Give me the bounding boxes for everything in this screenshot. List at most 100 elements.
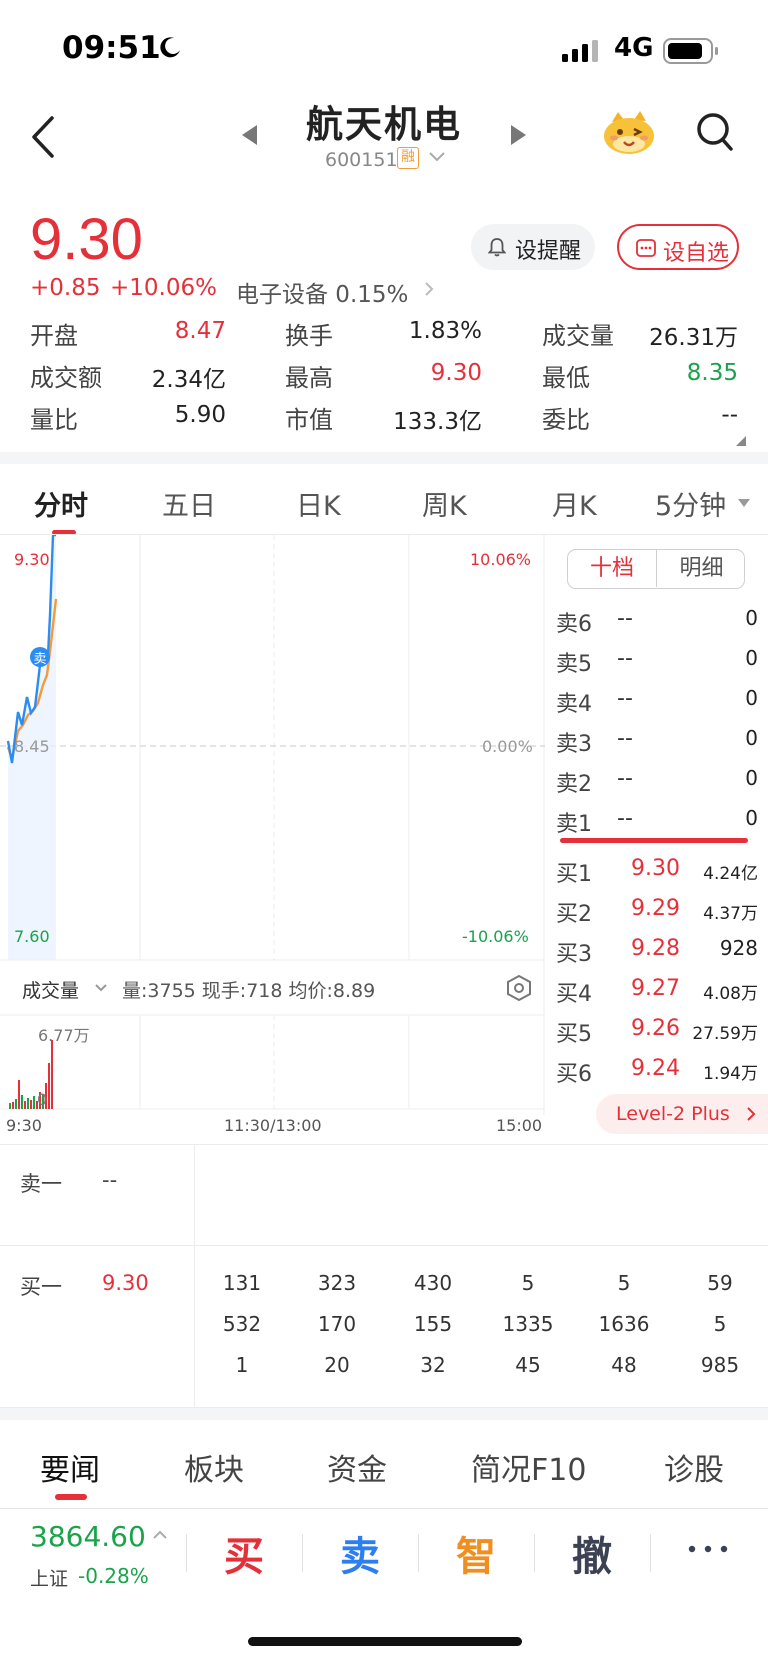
tab-sectors[interactable]: 板块: [184, 1445, 244, 1489]
tab-f10-overview[interactable]: 简况F10: [471, 1445, 586, 1489]
queue-order: 155: [413, 1312, 453, 1336]
pct-axis-mid: 0.00%: [482, 737, 533, 756]
panel-divider: [194, 1145, 195, 1407]
margin-trading-badge: 融: [397, 147, 419, 169]
current-price: 9.30: [30, 207, 143, 272]
index-value[interactable]: 3864.60: [30, 1520, 146, 1553]
bid-volume: 27.59万: [692, 1024, 758, 1044]
ask-volume: 0: [745, 646, 758, 670]
quote-label: 市值: [285, 406, 333, 434]
network-type: 4G: [614, 33, 654, 63]
sell1-price: --: [102, 1168, 118, 1192]
ask-price: --: [617, 606, 633, 631]
orderbook-toggle: 十档 明细: [567, 549, 745, 589]
tab-monthly-k[interactable]: 月K: [552, 484, 597, 523]
signal-icon: [562, 40, 598, 62]
expand-corner-icon[interactable]: [736, 436, 746, 446]
queue-order: 32: [420, 1353, 446, 1377]
more-icon[interactable]: [688, 1545, 728, 1553]
bid-level-label: 买4: [556, 982, 592, 1007]
bid-ask-divider: [560, 838, 748, 843]
watchlist-icon: [636, 239, 656, 257]
add-to-watchlist-label: 设自选: [663, 241, 730, 266]
tab-five-minute[interactable]: 5分钟: [655, 484, 726, 523]
sector-link[interactable]: 电子设备 0.15%: [236, 275, 408, 309]
buy1-price: 9.30: [102, 1271, 149, 1295]
volume-indicator-selector[interactable]: 成交量: [22, 976, 79, 1003]
previous-stock-arrow-icon[interactable]: [242, 125, 258, 145]
tab-ten-levels[interactable]: 十档: [568, 550, 657, 587]
cancel-order-button[interactable]: 撤: [552, 1524, 632, 1582]
bid-level-label: 买1: [556, 862, 592, 887]
ask-price: --: [617, 726, 633, 751]
bar-divider: [418, 1534, 419, 1572]
next-stock-arrow-icon[interactable]: [510, 125, 526, 145]
tab-funds[interactable]: 资金: [327, 1445, 387, 1489]
search-icon[interactable]: [696, 112, 734, 152]
quote-label: 成交量: [542, 322, 614, 350]
ask-volume: 0: [745, 766, 758, 790]
home-indicator: [248, 1637, 522, 1646]
queue-order: 1636: [598, 1312, 650, 1336]
queue-order: 1: [235, 1353, 249, 1377]
chevron-up-icon[interactable]: [152, 1530, 168, 1540]
quote-value: 8.47: [174, 318, 226, 344]
chevron-down-icon[interactable]: [428, 151, 446, 163]
status-time: 09:51: [62, 30, 161, 66]
tab-daily-k[interactable]: 日K: [296, 484, 341, 523]
tab-news[interactable]: 要闻: [40, 1445, 100, 1489]
quote-value: 26.31万: [649, 325, 738, 351]
quote-label: 最低: [542, 364, 590, 392]
time-axis-start: 9:30: [6, 1116, 42, 1135]
pct-axis-low: -10.06%: [462, 927, 529, 946]
price-change-percent: +10.06%: [110, 275, 217, 301]
volume-stats: 量:3755 现手:718 均价:8.89: [122, 980, 376, 1002]
index-name: 上证: [30, 1568, 69, 1590]
quote-value: 1.83%: [408, 318, 482, 344]
quote-label: 最高: [285, 364, 333, 392]
ask-volume: 0: [745, 726, 758, 750]
queue-order: 985: [700, 1353, 740, 1377]
bid-volume: 4.08万: [703, 984, 758, 1004]
mascot-icon[interactable]: [602, 110, 656, 156]
battery-icon: [663, 38, 718, 64]
ask-volume: 0: [745, 806, 758, 830]
bid-price: 9.29: [631, 896, 680, 921]
quote-value: --: [721, 402, 738, 428]
bid-price: 9.27: [631, 976, 680, 1001]
tab-diagnosis[interactable]: 诊股: [664, 1445, 724, 1489]
smart-trade-button[interactable]: 智: [436, 1524, 516, 1582]
bar-divider: [302, 1534, 303, 1572]
bid-level-label: 买2: [556, 902, 592, 927]
tab-weekly-k[interactable]: 周K: [422, 484, 467, 523]
price-axis-mid: 8.45: [14, 737, 50, 756]
sell-button[interactable]: 卖: [320, 1524, 400, 1582]
bid-level-label: 买3: [556, 942, 592, 967]
quote-label: 委比: [542, 406, 590, 434]
queue-order: 20: [324, 1353, 350, 1377]
bid-price: 9.26: [631, 1016, 680, 1041]
ask-price: --: [617, 806, 633, 831]
bid-volume: 4.37万: [703, 904, 758, 924]
set-alert-button[interactable]: 设提醒: [471, 224, 595, 270]
queue-order: 5: [521, 1271, 535, 1295]
price-axis-high: 9.30: [14, 550, 50, 569]
tab-dropdown-icon[interactable]: [738, 499, 750, 507]
level2-plus-button[interactable]: Level-2 Plus: [596, 1094, 768, 1134]
settings-icon[interactable]: [506, 974, 532, 1002]
add-to-watchlist-button[interactable]: 设自选: [617, 224, 739, 270]
bid-price: 9.24: [631, 1056, 680, 1081]
queue-order: 430: [413, 1271, 453, 1295]
sell1-label: 卖一: [20, 1172, 62, 1196]
quote-label: 量比: [30, 406, 78, 434]
tab-intraday[interactable]: 分时: [34, 484, 88, 523]
tab-trade-details[interactable]: 明细: [657, 550, 744, 587]
quote-value: 2.34亿: [151, 367, 226, 393]
back-button[interactable]: [26, 112, 66, 162]
tab-five-day[interactable]: 五日: [162, 484, 216, 523]
buy-button[interactable]: 买: [204, 1524, 284, 1582]
chevron-down-icon[interactable]: [94, 983, 108, 993]
bell-icon: [488, 238, 506, 257]
bottom-bar-border: [0, 1508, 768, 1509]
queue-order: 323: [317, 1271, 357, 1295]
